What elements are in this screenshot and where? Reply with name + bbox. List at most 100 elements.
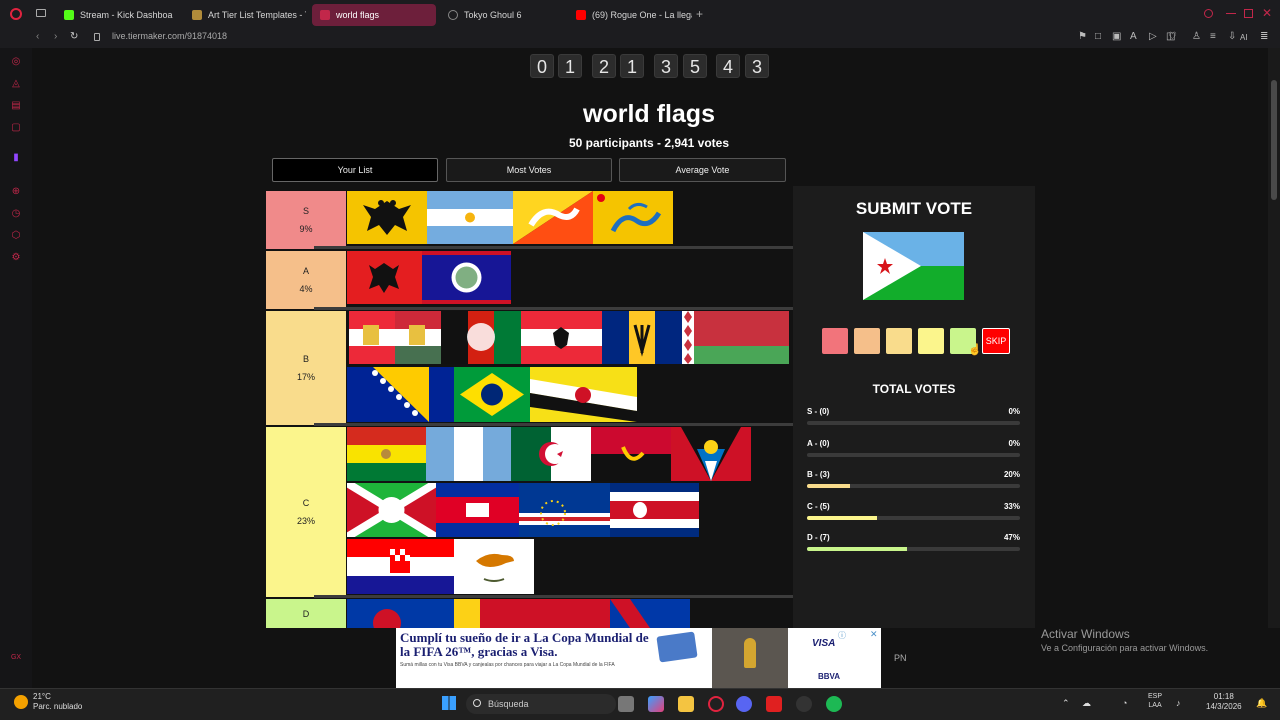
flag-bosnia[interactable] <box>347 367 454 422</box>
sidebar: ◎ ◬ ▤ ▢ ▮ ⊕ ◷ ⬡ ⚙ GX <box>0 48 32 688</box>
menu-icon[interactable]: ≡ <box>1210 31 1216 42</box>
flag-holy-roman-empire[interactable] <box>347 191 427 244</box>
language-indicator[interactable]: ESP LAA <box>1148 692 1162 710</box>
crypto-wallet-icon[interactable]: ◬ <box>10 78 22 90</box>
translate-icon[interactable]: A <box>1130 31 1137 42</box>
volume-icon[interactable]: ♪ <box>1176 698 1181 708</box>
new-tab-icon[interactable]: + <box>696 7 703 21</box>
flag-bhutan[interactable] <box>513 191 593 244</box>
weather-widget[interactable]: 21°C Parc. nublado <box>33 692 82 712</box>
workspaces-icon[interactable] <box>36 9 46 17</box>
snapshot-icon[interactable]: □ <box>1095 31 1101 42</box>
aria-icon[interactable]: ◎ <box>10 56 22 68</box>
flag-austria-eagle[interactable] <box>521 311 602 364</box>
tab-youtube[interactable]: (69) Rogue One - La llegad <box>568 4 692 26</box>
pip-icon[interactable]: ▣ <box>1112 31 1121 42</box>
flag-bolivia[interactable] <box>347 427 426 481</box>
vote-b-button[interactable] <box>886 328 912 354</box>
close-icon[interactable]: ✕ <box>1262 6 1272 20</box>
flag-cape-verde[interactable] <box>519 483 610 537</box>
network-icon[interactable]: ◔ <box>1122 698 1127 708</box>
ad-headline: Cumplí tu sueño de ir a La Copa Mundial … <box>400 630 649 659</box>
favorites-icon[interactable]: ♡ <box>1168 31 1177 42</box>
obs-icon[interactable] <box>796 696 812 712</box>
start-icon[interactable] <box>442 696 456 710</box>
task-view-icon[interactable] <box>618 696 634 712</box>
ad-info-icon[interactable]: ⓘ <box>838 630 846 641</box>
scrollbar-thumb[interactable] <box>1271 80 1277 200</box>
flag-afghanistan[interactable] <box>441 311 521 364</box>
flag-argentina[interactable] <box>427 191 513 244</box>
flag-d-tier-4[interactable] <box>610 599 690 628</box>
app-icon[interactable] <box>766 696 782 712</box>
tab-tokyo-ghoul[interactable]: Tokyo Ghoul 6 <box>440 4 564 26</box>
flag-qing-dynasty[interactable] <box>593 191 673 244</box>
tab-most-votes[interactable]: Most Votes <box>446 158 612 182</box>
system-clock[interactable]: 01:18 14/3/2026 <box>1206 692 1242 712</box>
flag-brazil[interactable] <box>454 367 530 422</box>
flag-burundi[interactable] <box>347 483 436 537</box>
flag-asean[interactable] <box>347 599 427 628</box>
forward-icon[interactable]: › <box>54 31 57 42</box>
flag-belize[interactable] <box>422 251 511 304</box>
minimize-icon[interactable] <box>1226 13 1236 14</box>
opera-gx-taskbar-icon[interactable] <box>708 696 724 712</box>
weather-icon[interactable] <box>14 695 28 709</box>
vote-a-button[interactable] <box>854 328 880 354</box>
tab-average-vote[interactable]: Average Vote <box>619 158 786 182</box>
history-icon[interactable]: ◷ <box>10 208 22 220</box>
flag-cyprus[interactable] <box>454 539 534 594</box>
flag-brunei[interactable] <box>530 367 637 422</box>
ai-icon[interactable]: AI <box>1240 33 1248 42</box>
settings-icon[interactable]: ⚙ <box>10 252 22 264</box>
copilot-icon[interactable] <box>648 696 664 712</box>
flag-angola[interactable] <box>591 427 671 481</box>
tab-kick[interactable]: Stream - Kick Dashboa <box>56 4 176 26</box>
ad-close-icon[interactable]: ✕ <box>870 629 878 640</box>
spotify-icon[interactable] <box>826 696 842 712</box>
file-explorer-icon[interactable] <box>678 696 694 712</box>
flag-cambodia[interactable] <box>436 483 519 537</box>
url-field[interactable]: live.tiermaker.com/91874018 <box>112 31 227 41</box>
flag-botswana-like[interactable] <box>426 427 511 481</box>
extensions-icon[interactable]: ⬡ <box>10 230 22 242</box>
flag-d-tier-2[interactable] <box>427 599 507 628</box>
visa-ad-banner[interactable]: Cumplí tu sueño de ir a La Copa Mundial … <box>396 628 881 688</box>
flag-croatia[interactable] <box>347 539 454 594</box>
vote-s-button[interactable] <box>822 328 848 354</box>
onedrive-icon[interactable]: ☁ <box>1082 698 1091 709</box>
flag-austria-hungary[interactable] <box>349 311 441 364</box>
skip-button[interactable]: SKIP <box>982 328 1010 354</box>
back-icon[interactable]: ‹ <box>36 31 39 42</box>
messenger-icon[interactable]: ▤ <box>10 100 22 112</box>
flag-barbados[interactable] <box>602 311 682 364</box>
search-tabs-icon[interactable] <box>1204 9 1213 18</box>
pinboard-icon[interactable]: ⊕ <box>10 186 22 198</box>
flag-costa-rica[interactable] <box>610 483 699 537</box>
tab-your-list[interactable]: Your List <box>272 158 438 182</box>
notification-bell-icon[interactable]: 🔔 <box>1256 698 1267 709</box>
discord-icon[interactable] <box>736 696 752 712</box>
vote-c-button[interactable] <box>918 328 944 354</box>
counter-digit: 1 <box>620 54 644 78</box>
play-icon[interactable]: ▷ <box>1149 31 1157 42</box>
taskbar-search[interactable]: Búsqueda <box>466 694 616 714</box>
gx-icon[interactable]: GX <box>10 652 22 664</box>
tab-art-tier[interactable]: Art Tier List Templates - T <box>184 4 306 26</box>
flag-albania[interactable] <box>347 251 422 304</box>
flag-antigua[interactable] <box>671 427 751 481</box>
opera-logo-icon[interactable] <box>10 8 22 20</box>
tab-world-flags[interactable]: world flags <box>312 4 436 26</box>
maximize-icon[interactable] <box>1244 9 1253 18</box>
twitch-icon[interactable]: ▮ <box>10 152 22 164</box>
bookmark-icon[interactable]: ⚑ <box>1078 31 1087 42</box>
easy-setup-icon[interactable]: ≣ <box>1260 31 1268 42</box>
download-icon[interactable]: ⇩ <box>1228 31 1236 42</box>
flag-belarus[interactable] <box>682 311 789 364</box>
flag-algeria[interactable] <box>511 427 591 481</box>
account-icon[interactable]: ♙ <box>1192 31 1201 42</box>
instagram-icon[interactable]: ▢ <box>10 122 22 134</box>
tray-chevron-icon[interactable]: ⌃ <box>1062 698 1070 709</box>
reload-icon[interactable]: ↻ <box>70 31 78 42</box>
flag-d-tier-3[interactable] <box>507 599 610 628</box>
